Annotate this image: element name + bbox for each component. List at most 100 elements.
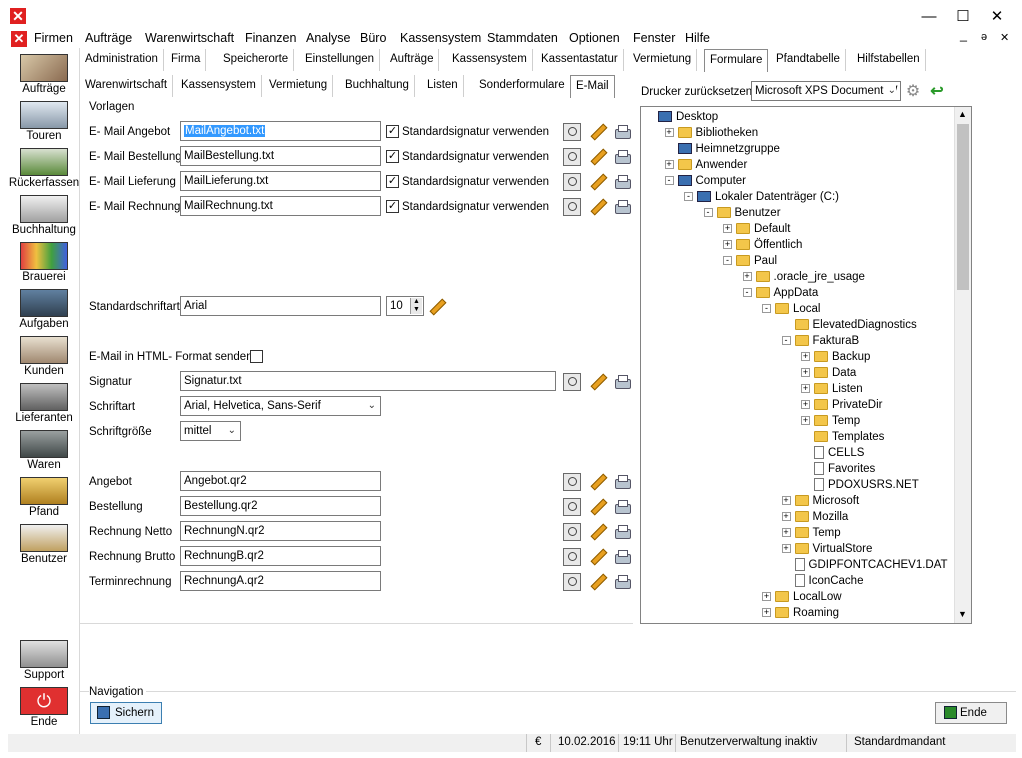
- tree-node[interactable]: - Lokaler Datenträger (C:): [684, 189, 839, 205]
- tab-einstellungen[interactable]: Einstellungen: [300, 49, 381, 71]
- input-mail-lieferung[interactable]: MailLieferung.txt: [180, 171, 381, 191]
- close-button[interactable]: ✕: [982, 6, 1012, 28]
- sidebar-item-aufgaben[interactable]: Aufgaben: [8, 287, 80, 334]
- checkbox-html-format[interactable]: [250, 350, 263, 363]
- expand-icon[interactable]: +: [781, 512, 791, 522]
- sidebar-item-support[interactable]: Support: [8, 638, 80, 685]
- reset-arrow-icon[interactable]: ↩: [928, 83, 946, 101]
- sidebar-item-pfand[interactable]: Pfand: [8, 475, 80, 522]
- tab-vermietung-sub[interactable]: Vermietung: [264, 75, 334, 97]
- tree-node[interactable]: IconCache: [782, 573, 863, 589]
- menu-hilfe[interactable]: Hilfe: [685, 31, 710, 45]
- minimize-button[interactable]: —: [914, 6, 944, 28]
- tab-kassentastatur[interactable]: Kassentastatur: [536, 49, 624, 71]
- print-icon[interactable]: [613, 173, 631, 191]
- sidebar-item-auftraege[interactable]: Aufträge: [8, 52, 80, 99]
- input-signatur[interactable]: Signatur.txt: [180, 371, 556, 391]
- tab-warenwirtschaft[interactable]: Warenwirtschaft: [80, 75, 174, 97]
- sidebar-item-ende[interactable]: ⏻ Ende: [8, 685, 80, 732]
- menu-finanzen[interactable]: Finanzen: [245, 31, 296, 45]
- expand-icon[interactable]: +: [801, 400, 810, 410]
- tree-node[interactable]: + PrivateDir: [801, 397, 882, 413]
- scroll-up-icon[interactable]: ▲: [958, 109, 967, 119]
- expand-icon[interactable]: +: [801, 384, 810, 394]
- edit-icon[interactable]: [589, 473, 607, 491]
- tree-node[interactable]: + Roaming: [762, 605, 839, 621]
- input-mail-rechnung[interactable]: MailRechnung.txt: [180, 196, 381, 216]
- tree-node[interactable]: + Data: [801, 365, 856, 381]
- input-rechnung-brutto[interactable]: RechnungB.qr2: [180, 546, 381, 566]
- font-size-spinner[interactable]: 10 ▲ ▼: [386, 296, 424, 316]
- tree-node[interactable]: + Öffentlich: [723, 237, 802, 253]
- sidebar-item-rueckerfassen[interactable]: Rückerfassen: [8, 146, 80, 193]
- menu-fenster[interactable]: Fenster: [633, 31, 675, 45]
- tree-node[interactable]: - Computer: [664, 173, 746, 189]
- menu-firmen[interactable]: Firmen: [34, 31, 73, 45]
- tree-node[interactable]: + VirtualStore: [781, 541, 872, 557]
- tree-node[interactable]: Templates: [801, 429, 884, 445]
- edit-icon[interactable]: [589, 198, 607, 216]
- edit-icon[interactable]: [589, 123, 607, 141]
- edit-icon[interactable]: [589, 173, 607, 191]
- print-icon[interactable]: [613, 498, 631, 516]
- expand-icon[interactable]: +: [781, 496, 791, 506]
- print-icon[interactable]: [613, 123, 631, 141]
- tab-buchhaltung[interactable]: Buchhaltung: [340, 75, 415, 97]
- checkbox-signatur-rechnung[interactable]: ✓: [386, 200, 399, 213]
- tree-node[interactable]: + LocalLow: [762, 589, 842, 605]
- menu-kassensystem[interactable]: Kassensystem: [400, 31, 481, 45]
- tree-node[interactable]: Desktop: [645, 109, 718, 125]
- print-icon[interactable]: [613, 523, 631, 541]
- expand-icon[interactable]: +: [801, 368, 810, 378]
- edit-icon[interactable]: [589, 498, 607, 516]
- menu-warenwirtschaft[interactable]: Warenwirtschaft: [145, 31, 234, 45]
- tree-node[interactable]: + Temp: [781, 525, 841, 541]
- tree-node[interactable]: - Local: [762, 301, 821, 317]
- expand-icon[interactable]: +: [781, 544, 791, 554]
- menu-analyse[interactable]: Analyse: [306, 31, 350, 45]
- preview-icon[interactable]: [563, 473, 581, 491]
- edit-icon[interactable]: [589, 148, 607, 166]
- print-icon[interactable]: [613, 573, 631, 591]
- preview-icon[interactable]: [563, 173, 581, 191]
- tree-node[interactable]: - Benutzer: [703, 205, 781, 221]
- input-angebot[interactable]: Angebot.qr2: [180, 471, 381, 491]
- input-mail-bestellung[interactable]: MailBestellung.txt: [180, 146, 381, 166]
- tree-node[interactable]: - FakturaB: [781, 333, 859, 349]
- sidebar-item-brauerei[interactable]: Brauerei: [8, 240, 80, 287]
- input-standardschriftart[interactable]: Arial: [180, 296, 381, 316]
- tree-node[interactable]: + .oracle_jre_usage: [742, 269, 865, 285]
- gear-icon[interactable]: ⚙: [904, 83, 922, 101]
- expand-icon[interactable]: +: [723, 240, 732, 250]
- tree-node[interactable]: Favorites: [801, 461, 875, 477]
- preview-icon[interactable]: [563, 523, 581, 541]
- tree-node[interactable]: + Mozilla: [781, 509, 848, 525]
- input-rechnung-netto[interactable]: RechnungN.qr2: [180, 521, 381, 541]
- checkbox-signatur-angebot[interactable]: ✓: [386, 125, 399, 138]
- tree-node[interactable]: PDOXUSRS.NET: [801, 477, 919, 493]
- edit-icon[interactable]: [589, 573, 607, 591]
- tab-speicherorte[interactable]: Speicherorte: [218, 49, 295, 71]
- mdi-close-button[interactable]: ✕: [1000, 31, 1009, 44]
- tab-kassensystem[interactable]: Kassensystem: [447, 49, 533, 71]
- end-button[interactable]: Ende: [935, 702, 1007, 724]
- mdi-minimize-button[interactable]: _: [960, 28, 967, 42]
- tab-sonderformulare[interactable]: Sonderformulare: [474, 75, 571, 97]
- tab-hilfstabellen[interactable]: Hilfstabellen: [852, 49, 926, 71]
- sidebar-item-benutzer[interactable]: Benutzer: [8, 522, 80, 569]
- print-icon[interactable]: [613, 148, 631, 166]
- tree-node[interactable]: + Backup: [801, 349, 870, 365]
- tab-vermietung[interactable]: Vermietung: [628, 49, 698, 71]
- edit-icon[interactable]: [589, 548, 607, 566]
- edit-font-icon[interactable]: [428, 298, 446, 316]
- preview-icon[interactable]: [563, 498, 581, 516]
- menu-stammdaten[interactable]: Stammdaten: [487, 31, 558, 45]
- tree-node[interactable]: GDIPFONTCACHEV1.DAT: [782, 557, 948, 573]
- collapse-icon[interactable]: -: [664, 176, 674, 186]
- select-schriftgroesse[interactable]: mittel ⌄: [180, 421, 241, 441]
- tab-listen[interactable]: Listen: [422, 75, 464, 97]
- expand-icon[interactable]: +: [723, 224, 732, 234]
- tree-node[interactable]: + Bibliotheken: [664, 125, 758, 141]
- folder-tree[interactable]: Desktop + Bibliotheken Heimnetzgruppe + Anwen…: [640, 106, 972, 624]
- tab-pfandtabelle[interactable]: Pfandtabelle: [771, 49, 846, 71]
